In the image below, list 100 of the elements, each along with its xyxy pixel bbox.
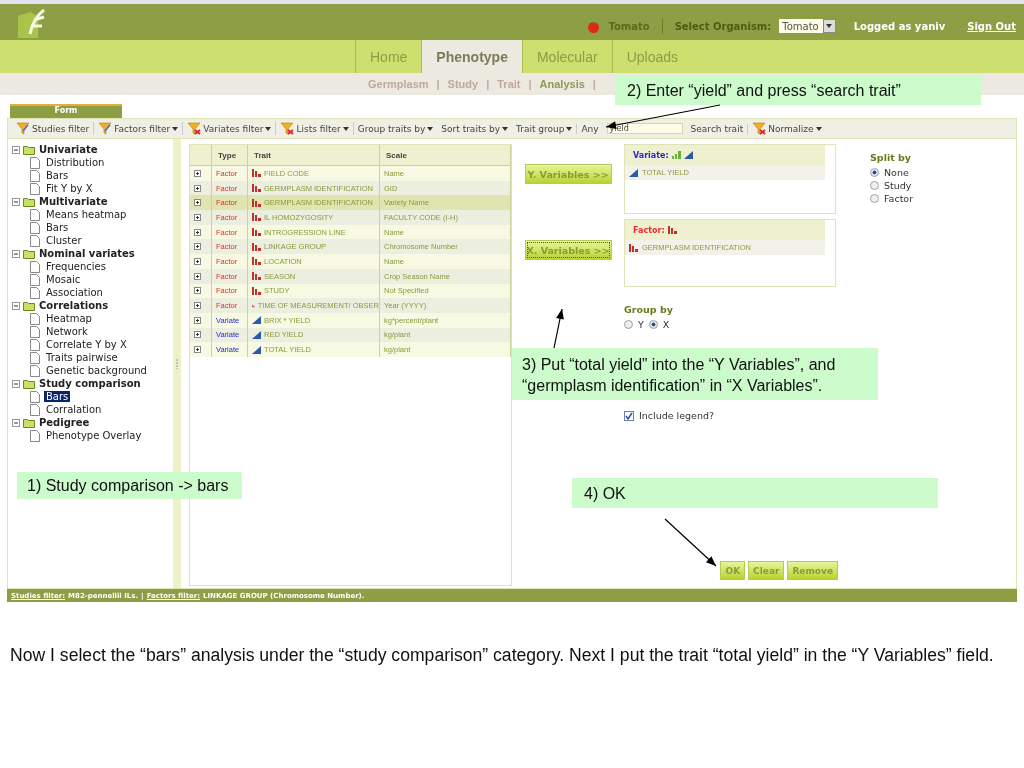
expand-icon[interactable] <box>194 316 201 324</box>
expand-icon[interactable] <box>194 213 201 221</box>
collapse-icon[interactable] <box>12 145 20 154</box>
document-icon <box>30 221 40 234</box>
callout-note: 2) Enter “yield” and press “search trait” <box>615 75 981 105</box>
separator-text: | <box>436 78 440 90</box>
triangle-icon <box>683 151 693 159</box>
bar-chart-icon <box>629 243 638 252</box>
collapse-icon[interactable] <box>12 379 20 388</box>
expand-icon[interactable] <box>194 184 201 192</box>
expand-icon[interactable] <box>194 199 201 207</box>
separator-text: | <box>486 78 490 90</box>
radio-button[interactable] <box>870 194 879 203</box>
tree-item[interactable]: Mosaic <box>44 274 83 285</box>
tree-item[interactable]: Frequencies <box>44 261 108 272</box>
document-icon <box>30 286 40 299</box>
menu-button[interactable]: Group traits by <box>353 123 438 134</box>
tree-folder[interactable]: Study comparison <box>39 378 141 389</box>
caret-icon <box>566 126 573 131</box>
bar-chart-icon <box>252 286 261 295</box>
callout-note: 3) Put “total yield” into the “Y Variables”, and “germplasm identification” in “X Variables”. <box>512 348 878 400</box>
bar-chart-icon <box>252 169 261 178</box>
filter-button[interactable]: Normalize <box>748 122 826 135</box>
tree-item[interactable]: Phenotype Overlay <box>44 430 144 441</box>
organism-select[interactable]: Tomato <box>779 19 836 33</box>
collapse-icon[interactable] <box>12 418 20 427</box>
funnel-clear-icon <box>187 122 202 135</box>
select-organism-label: Select Organism: <box>674 20 772 32</box>
document-icon <box>30 338 40 351</box>
funnel-icon <box>16 122 30 135</box>
splitter-handle-icon[interactable] <box>176 358 178 369</box>
collapse-icon[interactable] <box>12 249 20 258</box>
bar-chart-icon <box>252 272 261 281</box>
folder-icon <box>23 417 36 428</box>
filter-button[interactable]: Lists filter <box>276 122 354 135</box>
folder-icon <box>23 144 36 155</box>
tree-item[interactable]: Means heatmap <box>44 209 129 220</box>
tree-item[interactable]: Bars <box>44 222 71 233</box>
bar-chart-icon <box>252 228 261 237</box>
menu-button[interactable]: Trait group <box>512 123 578 134</box>
bar-chart-icon <box>671 151 681 159</box>
expand-icon[interactable] <box>194 228 201 236</box>
tree-folder[interactable]: Nominal variates <box>39 248 135 259</box>
checkbox[interactable] <box>624 410 634 421</box>
expand-icon[interactable] <box>194 287 201 295</box>
tree-item[interactable]: Heatmap <box>44 313 94 324</box>
tree-item[interactable]: Traits pairwise <box>44 352 120 363</box>
filter-button[interactable]: Variates filter <box>183 122 277 135</box>
document-icon <box>30 403 40 416</box>
tree-item[interactable]: Bars <box>44 170 71 181</box>
split-by-title: Split by <box>870 152 912 163</box>
trait-group-value: Any <box>580 123 600 134</box>
expand-icon[interactable] <box>194 331 201 339</box>
bar-chart-icon <box>667 226 677 234</box>
radio-button[interactable] <box>870 181 879 190</box>
collapse-icon[interactable] <box>12 197 20 206</box>
radio-label: X <box>662 319 670 330</box>
radio-button[interactable] <box>648 320 658 329</box>
expand-icon[interactable] <box>194 257 201 265</box>
expand-icon[interactable] <box>194 346 201 354</box>
column-header: Type <box>212 145 248 166</box>
expand-icon[interactable] <box>194 302 201 310</box>
radio-label: Study <box>884 180 912 191</box>
tree-item[interactable]: Network <box>44 326 90 337</box>
folder-icon <box>23 248 36 259</box>
menu-button[interactable]: Sort traits by <box>437 123 512 134</box>
tree-item[interactable]: Bars <box>44 391 71 402</box>
document-icon <box>30 390 40 403</box>
tree-item[interactable]: Distribution <box>44 157 107 168</box>
separator-text: | <box>592 78 596 90</box>
filter-button[interactable]: Studies filter <box>12 122 95 135</box>
tree-item[interactable]: Corralation <box>44 404 104 415</box>
nav-tab[interactable]: Phenotype <box>421 40 522 73</box>
radio-button[interactable] <box>624 320 633 329</box>
folder-icon <box>23 196 36 207</box>
radio-button[interactable] <box>870 168 879 177</box>
document-icon <box>30 260 40 273</box>
tree-item[interactable]: Cluster <box>44 235 84 246</box>
tree-folder[interactable]: Univariate <box>39 144 98 155</box>
document-icon <box>30 234 40 247</box>
search-trait-button[interactable]: Search trait <box>686 123 749 134</box>
expand-icon[interactable] <box>194 169 201 177</box>
expand-icon[interactable] <box>194 243 201 251</box>
folder-icon <box>23 300 36 311</box>
folder-icon <box>23 378 36 389</box>
document-icon <box>30 351 40 364</box>
tree-folder[interactable]: Correlations <box>39 300 109 311</box>
tree-folder[interactable]: Pedigree <box>39 417 90 428</box>
expand-icon[interactable] <box>194 272 201 280</box>
filter-button[interactable]: Factors filter <box>94 122 184 135</box>
tree-folder[interactable]: Multivariate <box>39 196 108 207</box>
tree-item[interactable]: Fit Y by X <box>44 183 95 194</box>
slide-caption: Now I select the “bars” analysis under the “study comparison” category. Next I put the trait “total yield” in the “Y Variables” field. <box>10 644 995 666</box>
collapse-icon[interactable] <box>12 301 20 310</box>
logged-in-user: Logged as yaniv <box>853 20 946 32</box>
radio-label: Factor <box>884 193 914 204</box>
funnel-clear-icon <box>752 122 767 135</box>
tree-item[interactable]: Correlate Y by X <box>44 339 129 350</box>
tree-item[interactable]: Association <box>44 287 105 298</box>
tree-item[interactable]: Genetic background <box>44 365 149 376</box>
